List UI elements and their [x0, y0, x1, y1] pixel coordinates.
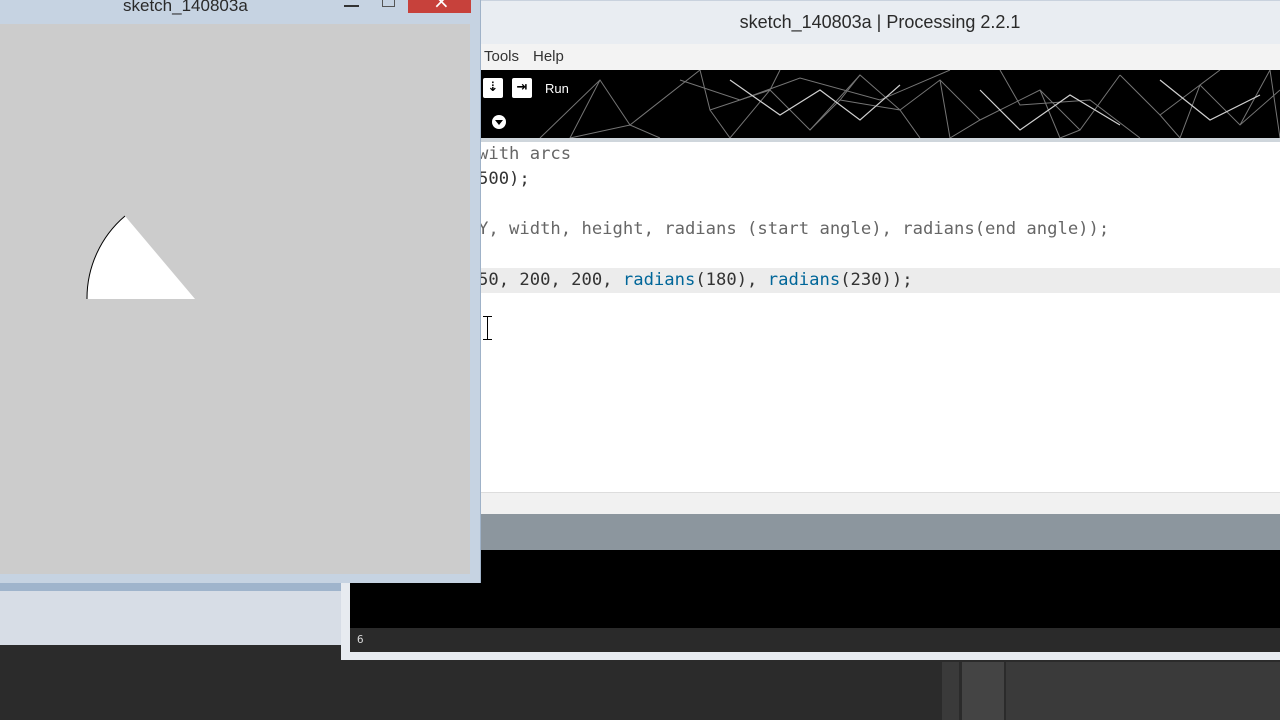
status-bar: 6 [350, 628, 1280, 652]
taskbar-button[interactable] [1006, 662, 1280, 720]
line-number: 6 [357, 633, 364, 646]
ide-window-title: sketch_140803a | Processing 2.2.1 [739, 12, 1021, 32]
ide-toolbar: ⇣ ⇥ Run [480, 70, 1280, 138]
sketch-window: sketch_140803a [0, 0, 481, 583]
present-icon[interactable]: ⇥ [512, 78, 532, 98]
code-text: (230)); [840, 270, 913, 290]
sketch-title-bar[interactable]: sketch_140803a [0, 0, 480, 24]
ide-window-edge [341, 652, 1280, 660]
code-editor[interactable]: with arcs 500); Y, width, height, radian… [480, 142, 1280, 492]
code-line-4: Y, width, height, radians (start angle),… [480, 217, 1109, 242]
text-cursor-icon [483, 316, 492, 340]
arc-shape [86, 215, 195, 300]
code-comment: Y, width, height, radians (start angle),… [480, 219, 1110, 239]
close-icon[interactable] [408, 0, 471, 13]
desktop-background [0, 583, 345, 645]
taskbar-button-active[interactable] [962, 662, 1004, 720]
code-text: 500); [480, 169, 530, 189]
minimize-icon[interactable] [340, 0, 364, 12]
code-comment: with arcs [480, 144, 572, 164]
sketch-canvas [0, 24, 470, 574]
desktop-background-edge [0, 583, 345, 591]
ide-window-edge [341, 580, 350, 660]
menu-help[interactable]: Help [533, 48, 564, 65]
editor-console-divider[interactable] [480, 514, 1280, 550]
export-icon[interactable]: ⇣ [483, 78, 503, 98]
menu-tools[interactable]: Tools [484, 48, 519, 65]
code-line-6: 50, 200, 200, radians(180), radians(230)… [480, 268, 913, 293]
taskbar-button[interactable] [942, 662, 959, 720]
maximize-icon[interactable] [376, 0, 400, 12]
code-text: (180), [695, 270, 768, 290]
code-function: radians [767, 270, 841, 290]
run-button-label: Run [545, 81, 569, 96]
code-line-1: with arcs [480, 142, 571, 167]
code-text: 50, 200, 200, [480, 270, 623, 290]
console-area [350, 550, 1280, 628]
code-line-2: 500); [480, 167, 530, 192]
code-function: radians [622, 270, 696, 290]
ide-title-bar[interactable]: sketch_140803a | Processing 2.2.1 [480, 0, 1280, 45]
toolbar-network-background [539, 70, 1280, 138]
ide-menu-bar: Tools Help [480, 44, 1280, 70]
tab-menu-chevron-down-icon[interactable] [492, 115, 506, 129]
sketch-window-title: sketch_140803a [123, 0, 248, 15]
editor-scroll-area [480, 492, 1280, 515]
